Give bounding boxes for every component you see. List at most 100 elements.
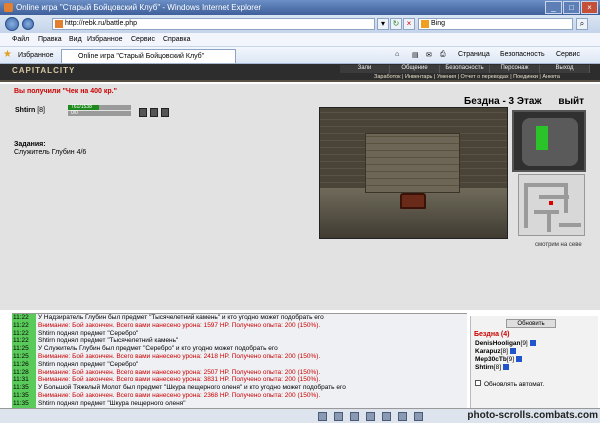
game-header: CAPITALCITY Зали Общение Безопасность Пе… xyxy=(0,64,600,82)
chat-line: 11:31 Внимание: Бой закончен. Всего вами … xyxy=(12,376,467,385)
tasks-title: Задания: xyxy=(14,141,46,148)
close-icon[interactable]: × xyxy=(581,1,598,14)
maximize-icon[interactable]: □ xyxy=(563,1,580,14)
chat-time: 11:28 xyxy=(12,368,36,377)
movement-controls[interactable] xyxy=(512,110,586,172)
menu-tools[interactable]: Сервис xyxy=(131,36,155,43)
hero-info[interactable]: Shtirn [8] xyxy=(15,107,45,114)
chat-text: У Надзиратель Глубин был предмет "Тысяче… xyxy=(38,314,324,321)
chat-line: 11:28 Внимание: Бой закончен. Всего вами … xyxy=(12,368,467,377)
chat-time: 11:35 xyxy=(12,384,36,392)
player-entry[interactable]: DenisHooligan[9] xyxy=(475,340,536,347)
chat-line: 11:22 У Надзиратель Глубин был предмет "Т… xyxy=(12,314,467,322)
forward-icon[interactable] xyxy=(22,18,34,30)
chat-tool-icon[interactable] xyxy=(366,412,375,421)
game-nav-item[interactable]: Выход xyxy=(540,65,590,73)
system-message: Вы получили "Чек на 400 кр." xyxy=(14,88,117,95)
info-icon[interactable] xyxy=(516,356,523,363)
minimize-icon[interactable]: _ xyxy=(545,1,562,14)
player-entry[interactable]: Karapuz[8] xyxy=(475,348,516,355)
chat-text: Внимание: Бой закончен. Всего вами нанес… xyxy=(38,368,321,376)
home-icon[interactable]: ⌂ xyxy=(395,51,399,58)
game-nav-item[interactable]: Персонаж xyxy=(490,65,540,73)
dropdown-icon[interactable]: ▾ xyxy=(377,18,389,30)
game-nav-item[interactable]: Общение xyxy=(390,65,440,73)
auto-refresh-toggle[interactable]: Обновлять автомат. xyxy=(475,380,544,388)
stop-icon[interactable]: × xyxy=(403,18,415,30)
game-nav-item[interactable]: Зали xyxy=(340,65,390,73)
address-toolbar: http://rebk.ru/battle.php ▾ ↻ × Bing ⌕ xyxy=(0,15,600,33)
favorites-bar: ★ Избранное Online игра "Старый Бойцовск… xyxy=(0,47,600,64)
url-input[interactable]: http://rebk.ru/battle.php xyxy=(52,18,375,30)
toolbar-safety[interactable]: Безопасность xyxy=(500,51,545,58)
chat-line: 11:25 У Служитель Глубин был предмет "Сер… xyxy=(12,345,467,353)
chat-text: У Служитель Глубин был предмет "Серебро"… xyxy=(38,345,278,353)
back-icon[interactable] xyxy=(5,17,19,31)
game-nav: Зали Общение Безопасность Персонаж Выход xyxy=(340,65,590,73)
chat-text: Внимание: Бой закончен. Всего вами нанес… xyxy=(38,321,321,329)
chat-log[interactable]: 11:22 У Надзиратель Глубин был предмет "Т… xyxy=(12,313,467,408)
refresh-button[interactable]: Обновить xyxy=(506,319,556,328)
info-icon[interactable] xyxy=(509,348,516,355)
chat-tool-icon[interactable] xyxy=(318,412,327,421)
direction-arrow-icon[interactable] xyxy=(536,126,548,150)
search-input[interactable]: Bing xyxy=(418,18,573,30)
favorites-star-icon[interactable]: ★ xyxy=(3,50,15,61)
print-icon[interactable]: ⎙ xyxy=(440,51,446,59)
mp-value: 0/0 xyxy=(71,110,78,116)
exit-link[interactable]: выйт xyxy=(558,96,584,107)
favorites-label[interactable]: Избранное xyxy=(18,52,53,59)
chat-tool-icon[interactable] xyxy=(398,412,407,421)
mail-icon[interactable]: ✉ xyxy=(426,51,432,59)
chat-line: 11:35 Внимание: Бой закончен. Всего вами … xyxy=(12,391,467,400)
chat-time: 11:25 xyxy=(12,345,36,353)
search-icon[interactable]: ⌕ xyxy=(576,18,588,30)
game-subnav[interactable]: Заработок | Инвентарь | Умения | Отчет о… xyxy=(374,74,560,80)
chat-text: Shtirn поднял предмет "Шкура пещерного о… xyxy=(38,399,186,407)
browser-tab[interactable]: Online игра "Старый Бойцовский Клуб" xyxy=(61,49,236,63)
equipment-icon[interactable] xyxy=(139,108,147,117)
chat-time: 11:25 xyxy=(12,352,36,361)
menu-file[interactable]: Файл xyxy=(12,36,29,43)
feeds-icon[interactable]: ▤ xyxy=(412,51,419,59)
info-icon[interactable] xyxy=(529,340,536,347)
game-nav-item[interactable]: Безопасность xyxy=(440,65,490,73)
task-item: Служитель Глубин 4/6 xyxy=(14,149,87,156)
mp-bar: 0/0 xyxy=(68,111,131,116)
menu-view[interactable]: Вид xyxy=(69,36,82,43)
chat-line: 11:22 Shtirn поднял предмет "Серебро" xyxy=(12,329,467,338)
menu-help[interactable]: Справка xyxy=(163,36,190,43)
checkbox-icon[interactable] xyxy=(475,380,481,386)
chat-time: 11:22 xyxy=(12,337,36,346)
player-entry[interactable]: Shtirn[8] xyxy=(475,364,510,371)
refresh-icon[interactable]: ↻ xyxy=(390,18,402,30)
menu-edit[interactable]: Правка xyxy=(38,36,62,43)
game-main: Вы получили "Чек на 400 кр." Shtirn [8] … xyxy=(0,84,600,310)
chat-tool-icon[interactable] xyxy=(350,412,359,421)
watermark: photo-scrolls.combats.com xyxy=(467,410,598,421)
game-logo: CAPITALCITY xyxy=(12,66,76,75)
chat-text: Shtirn поднял предмет "Тысячелетний каме… xyxy=(38,337,179,345)
chat-tool-icon[interactable] xyxy=(414,412,423,421)
chat-line: 11:22 Внимание: Бой закончен. Всего вами … xyxy=(12,321,467,330)
dungeon-view[interactable] xyxy=(319,107,508,239)
chat-tool-icon[interactable] xyxy=(334,412,343,421)
chat-text: Внимание: Бой закончен. Всего вами нанес… xyxy=(38,391,321,399)
window-title: Online игра "Старый Бойцовский Клуб" - W… xyxy=(16,3,262,12)
menu-favorites[interactable]: Избранное xyxy=(87,36,122,43)
menu-bar: Файл Правка Вид Избранное Сервис Справка xyxy=(0,33,600,47)
chat-text: Внимание: Бой закончен. Всего вами нанес… xyxy=(38,376,321,384)
player-entry[interactable]: Mep30cTb[9] xyxy=(475,356,523,363)
chat-tool-icon[interactable] xyxy=(382,412,391,421)
player-marker-icon xyxy=(549,201,553,205)
chest-icon[interactable] xyxy=(400,193,426,209)
toolbar-page[interactable]: Страница xyxy=(458,51,490,58)
chat-time: 11:22 xyxy=(12,314,36,322)
equipment-icon[interactable] xyxy=(150,108,158,117)
bing-icon xyxy=(421,20,429,28)
chat-line: 11:25 Внимание: Бой закончен. Всего вами … xyxy=(12,352,467,361)
toolbar-tools[interactable]: Сервис xyxy=(556,51,580,58)
info-icon[interactable] xyxy=(503,364,510,371)
equipment-icon[interactable] xyxy=(161,108,169,117)
room-panel: Обновить Бездна (4) DenisHooligan[9] Kar… xyxy=(470,316,598,408)
